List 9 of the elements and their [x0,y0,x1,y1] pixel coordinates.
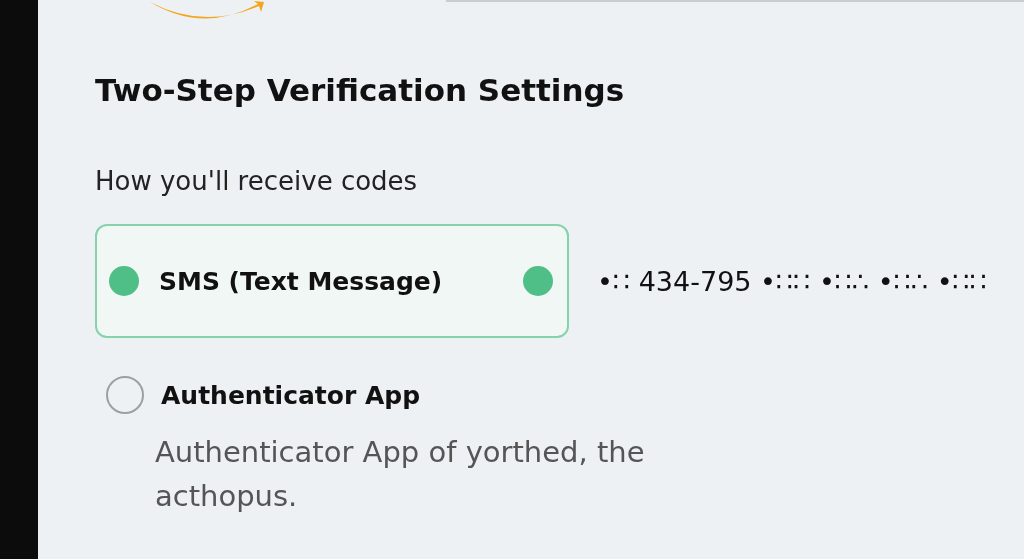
radio-selected-icon[interactable] [109,266,139,296]
option-label: Authenticator App [161,380,422,410]
option-description: Authenticator App of yorthed, the acthopus. [155,434,646,515]
phone-number: •∷ 434-795 •∷∷ •∷∴ •∷∴ •∷∷ [597,265,987,297]
radio-button[interactable] [106,376,144,414]
page-title: Two-Step Verification Settings [95,72,626,108]
section-label: How you'll receive codes [95,166,419,196]
option-label: SMS (Text Message) [159,266,444,296]
option-card[interactable]: SMS (Text Message) [95,224,569,338]
